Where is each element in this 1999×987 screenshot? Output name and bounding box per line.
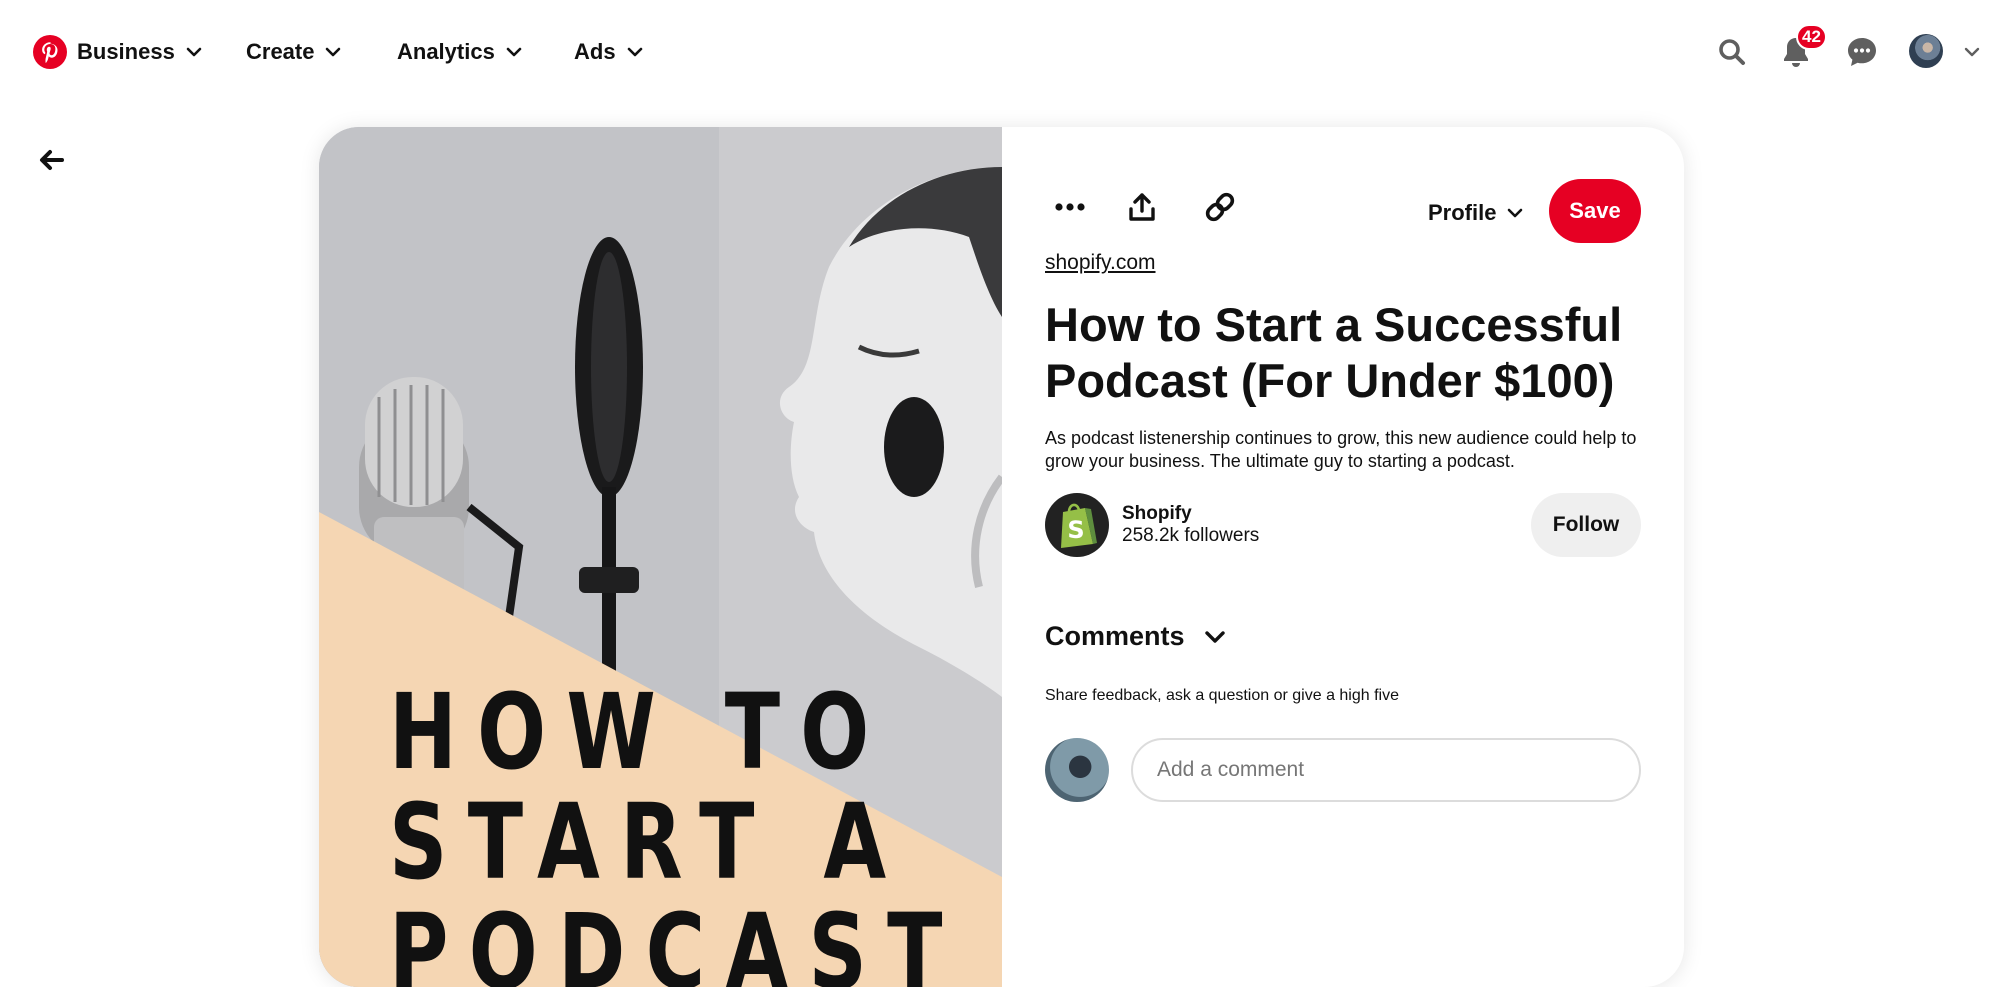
shopify-logo-icon: S: [1061, 503, 1097, 548]
pin-image-text: HOW TO START A PODCAST: [389, 671, 963, 987]
messages-button[interactable]: [1840, 30, 1884, 74]
chevron-down-icon: [1964, 47, 1980, 57]
nav-create-label: Create: [246, 39, 315, 64]
more-options-button[interactable]: [1046, 183, 1094, 231]
chevron-down-icon: [627, 47, 642, 57]
share-icon: [1129, 193, 1155, 221]
board-select-dropdown[interactable]: Profile: [1428, 197, 1524, 229]
link-icon: [1205, 192, 1235, 222]
search-icon: [1719, 39, 1745, 65]
chevron-down-icon: [1204, 630, 1225, 643]
save-button[interactable]: Save: [1549, 179, 1641, 243]
nav-business[interactable]: Business: [77, 36, 203, 68]
search-button[interactable]: [1710, 30, 1754, 74]
user-avatar[interactable]: [1909, 34, 1943, 68]
follow-button[interactable]: Follow: [1531, 493, 1641, 557]
top-navigation: Business Create Analytics Ads 42: [0, 0, 1999, 104]
nav-ads-label: Ads: [574, 39, 616, 64]
svg-text:S: S: [1067, 516, 1084, 544]
board-select-label: Profile: [1428, 200, 1497, 225]
comments-heading: Comments: [1045, 621, 1185, 651]
account-menu-button[interactable]: [1952, 30, 1992, 74]
nav-analytics[interactable]: Analytics: [397, 36, 523, 68]
pin-image[interactable]: HOW TO START A PODCAST: [319, 127, 1002, 987]
ellipsis-icon: [1055, 203, 1085, 211]
nav-ads[interactable]: Ads: [574, 36, 644, 68]
notification-badge: 42: [1796, 24, 1827, 50]
chevron-down-icon: [326, 47, 341, 57]
back-arrow-icon[interactable]: [36, 145, 66, 175]
nav-create[interactable]: Create: [246, 36, 342, 68]
nav-analytics-label: Analytics: [397, 39, 495, 64]
chevron-down-icon: [186, 47, 202, 57]
chevron-down-icon: [1508, 208, 1523, 218]
nav-business-label: Business: [77, 39, 175, 64]
add-comment-input[interactable]: [1131, 738, 1641, 802]
copy-link-button[interactable]: [1196, 183, 1244, 231]
pin-closeup-card: HOW TO START A PODCAST Profile Save shop…: [319, 127, 1684, 987]
pin-title: How to Start a Successful Podcast (For U…: [1045, 298, 1623, 407]
current-user-avatar: [1045, 738, 1109, 802]
creator-avatar[interactable]: S: [1045, 493, 1109, 557]
creator-followers: 258.2k followers: [1122, 525, 1260, 546]
pinterest-logo-icon[interactable]: [33, 35, 67, 69]
comments-hint: Share feedback, ask a question or give a…: [1045, 687, 1399, 704]
messages-icon: [1848, 38, 1876, 66]
pin-details-panel: Profile Save shopify.com How to Start a …: [1002, 127, 1684, 987]
pin-description: As podcast listenership continues to gro…: [1045, 428, 1637, 471]
creator-name[interactable]: Shopify: [1122, 503, 1192, 525]
share-button[interactable]: [1118, 183, 1166, 231]
comments-toggle[interactable]: Comments: [1045, 621, 1227, 652]
chevron-down-icon: [506, 47, 522, 57]
source-link[interactable]: shopify.com: [1045, 251, 1156, 275]
